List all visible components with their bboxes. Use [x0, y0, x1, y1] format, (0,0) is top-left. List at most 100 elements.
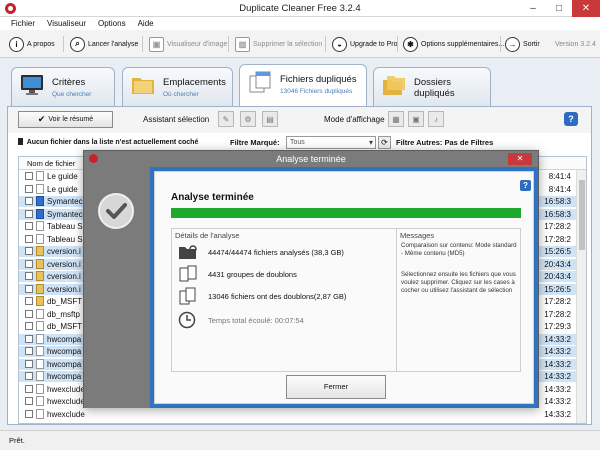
progress-bar — [171, 208, 521, 218]
row-filename: hwcompa — [47, 334, 82, 344]
row-time: 15:26:5 — [544, 247, 571, 256]
tab-criteres[interactable]: Critères Que chercher — [11, 67, 115, 107]
checkmark-icon: ✔ — [37, 114, 46, 124]
row-time: 16:58:3 — [544, 197, 571, 206]
row-time: 14:33:2 — [544, 359, 571, 369]
menu-fichier[interactable]: Fichier — [11, 17, 35, 30]
row-time: 8:41:4 — [548, 172, 571, 181]
options-button[interactable]: ✱ Options supplémentaires... — [403, 35, 504, 53]
row-checkbox[interactable] — [25, 347, 33, 355]
minimize-button[interactable]: – — [520, 0, 546, 17]
row-time: 17:29:3 — [544, 322, 571, 331]
row-checkbox[interactable] — [25, 397, 33, 405]
row-checkbox[interactable] — [25, 222, 33, 230]
row-time: 17:28:2 — [544, 222, 571, 231]
menu-visualiseur[interactable]: Visualiseur — [47, 17, 86, 30]
assistant-icon[interactable]: ⚙ — [240, 111, 256, 127]
row-checkbox[interactable] — [25, 209, 33, 218]
exit-label: Sortir — [523, 40, 540, 48]
progress-fill — [171, 208, 521, 218]
list-view-icon[interactable]: ▦ — [388, 111, 404, 127]
tab-sublabel: Où chercher — [163, 91, 199, 98]
close-button[interactable]: Fermer — [286, 375, 386, 399]
row-filename: Tableau S — [47, 222, 83, 231]
vertical-scrollbar[interactable] — [576, 170, 586, 423]
exit-button[interactable]: → Sortir — [505, 35, 540, 53]
row-checkbox[interactable] — [25, 197, 33, 205]
row-checkbox[interactable] — [25, 247, 33, 255]
column-header-filename[interactable]: Nom de fichier — [27, 159, 75, 168]
row-filename: Le guide — [47, 184, 78, 194]
duplicate-files-icon — [179, 287, 196, 305]
exit-icon: → — [505, 36, 520, 52]
row-checkbox[interactable] — [25, 172, 33, 180]
files-scanned-text: 44474/44474 fichiers analysés (38,3 GB) — [208, 248, 344, 257]
row-checkbox[interactable] — [25, 184, 33, 193]
help-icon[interactable]: ? — [564, 112, 578, 126]
table-row[interactable]: hwexclude 14:33:2 — [19, 408, 586, 420]
menu-aide[interactable]: Aide — [138, 17, 154, 30]
tab-label: Critères — [52, 77, 86, 88]
trash-icon: ▥ — [235, 36, 250, 52]
file-icon — [36, 308, 44, 319]
wand-icon[interactable]: ✎ — [218, 111, 234, 127]
file-icon — [36, 246, 44, 256]
row-checkbox[interactable] — [25, 322, 33, 330]
duplicates-row: 13046 fichiers ont des doublons(2,87 GB) — [178, 287, 393, 307]
marked-filter-label: Filtre Marqué: — [230, 138, 280, 147]
row-time: 20:43:4 — [544, 259, 571, 269]
row-checkbox[interactable] — [25, 309, 33, 318]
upgrade-button[interactable]: ◒ Upgrade to Pro — [332, 35, 397, 53]
row-filename: cversion.i — [47, 247, 81, 256]
file-icon — [36, 408, 44, 419]
help-icon[interactable]: ? — [520, 180, 531, 191]
refresh-icon[interactable]: ⟳ — [378, 136, 391, 149]
close-window-button[interactable]: ✕ — [572, 0, 600, 17]
row-filename: cversion.i — [47, 259, 81, 269]
row-time: 17:28:2 — [544, 234, 571, 244]
tab-dossiers-dupliques[interactable]: Dossiers dupliqués — [373, 67, 491, 107]
row-checkbox[interactable] — [25, 272, 33, 280]
row-checkbox[interactable] — [25, 259, 33, 268]
image-view-icon[interactable]: ▣ — [408, 111, 424, 127]
scan-button[interactable]: ⌕ Lancer l'analyse — [70, 35, 138, 53]
monitor-icon — [21, 75, 43, 95]
row-checkbox[interactable] — [25, 297, 33, 305]
file-icon — [36, 296, 44, 306]
row-time: 14:33:2 — [544, 334, 571, 344]
marked-filter-select[interactable]: Tous — [286, 136, 376, 149]
file-icon — [36, 171, 44, 181]
maximize-button[interactable]: □ — [546, 0, 572, 17]
menu-bar: Fichier Visualiseur Options Aide — [0, 17, 600, 30]
delete-selection-button[interactable]: ▥ Supprimer la sélection — [235, 35, 322, 53]
tab-fichiers-dupliques[interactable]: Fichiers dupliqués 13046 Fichiers dupliq… — [239, 64, 367, 107]
row-filename: cversion.i — [47, 284, 81, 294]
row-checkbox[interactable] — [25, 234, 33, 243]
music-view-icon[interactable]: ♪ — [428, 111, 444, 127]
file-icon — [36, 396, 44, 406]
toolbar-separator — [397, 36, 398, 52]
about-label: A propos — [27, 40, 55, 48]
menu-options[interactable]: Options — [98, 17, 126, 30]
row-checkbox[interactable] — [25, 334, 33, 343]
image-viewer-button[interactable]: ▣ Visualiseur d'image — [149, 35, 227, 53]
row-filename: db_MSFT — [47, 297, 83, 306]
dialog-close-button[interactable]: ✕ — [508, 153, 532, 165]
toolbar-separator — [142, 36, 143, 52]
tab-sublabel: Que chercher — [52, 91, 92, 98]
tab-emplacements[interactable]: Emplacements Où chercher — [122, 67, 233, 107]
row-checkbox[interactable] — [25, 284, 33, 293]
row-time: 17:28:2 — [544, 297, 571, 306]
toolbar-separator — [228, 36, 229, 52]
about-button[interactable]: i A propos — [9, 35, 55, 53]
row-time: 8:41:4 — [548, 184, 571, 194]
row-checkbox[interactable] — [25, 372, 33, 380]
clipboard-icon[interactable]: ▤ — [262, 111, 278, 127]
title-bar: Duplicate Cleaner Free 3.2.4 – □ ✕ — [0, 0, 600, 17]
row-filename: hwcompa — [47, 347, 82, 356]
duplicates-text: 13046 fichiers ont des doublons(2,87 GB) — [208, 292, 347, 301]
row-checkbox[interactable] — [25, 384, 33, 393]
view-summary-button[interactable]: ✔ Voir le résumé — [18, 111, 113, 128]
row-checkbox[interactable] — [25, 409, 33, 418]
row-checkbox[interactable] — [25, 359, 33, 368]
